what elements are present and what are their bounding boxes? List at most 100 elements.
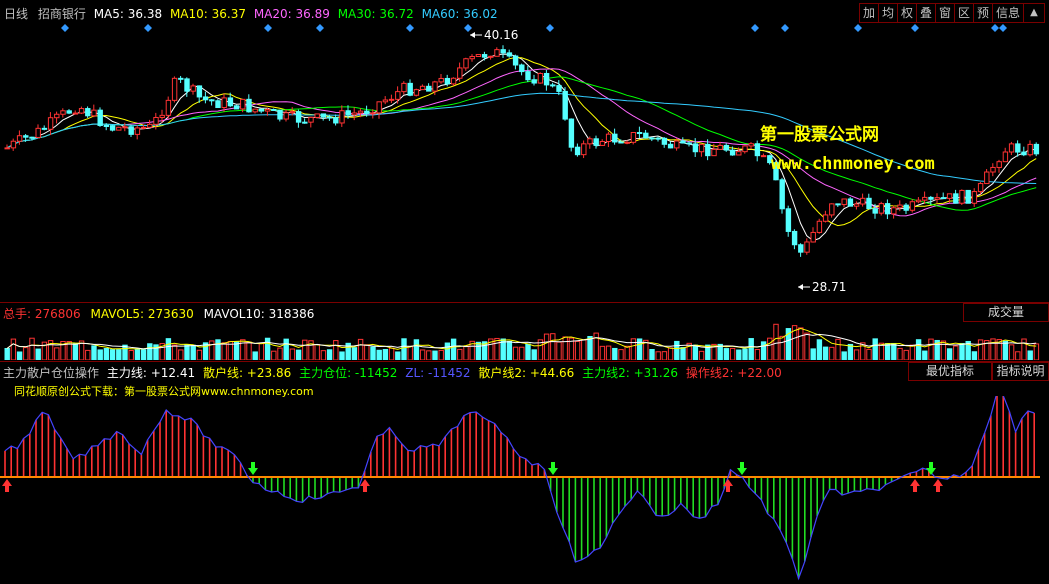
volume-bar (494, 337, 500, 360)
volume-bar (1015, 351, 1021, 360)
volume-bar (395, 351, 401, 360)
volume-bar (1002, 340, 1009, 360)
volume-bar (178, 349, 184, 360)
candle-body (550, 84, 556, 87)
candle-body (60, 110, 66, 115)
candle-body (16, 135, 23, 142)
volume-bar (723, 348, 730, 360)
volume-indicator-divider (0, 361, 1049, 362)
candle-body (91, 109, 97, 117)
volume-bar (147, 343, 153, 360)
watermark-url: www.chnmoney.com (771, 154, 935, 174)
candle-body (736, 151, 742, 156)
volume-bar (667, 347, 674, 360)
candle-body (587, 138, 593, 145)
candle-body (314, 113, 320, 118)
candle-body (295, 111, 302, 123)
candle-body (779, 179, 785, 210)
volume-bar (829, 346, 835, 360)
period-label[interactable]: 日线 (4, 7, 28, 21)
candle-body (574, 146, 581, 156)
candle-body (252, 108, 258, 113)
volume-bar (959, 342, 965, 360)
candle-body (271, 108, 277, 111)
candle-body (723, 144, 730, 151)
volume-bar (661, 351, 668, 360)
candle-body (525, 71, 531, 81)
volume-bar (506, 340, 513, 360)
volume-bar (525, 343, 531, 360)
candle-body (667, 143, 674, 149)
candle-body (835, 203, 841, 206)
ma30-line (6, 76, 1037, 211)
volume-bar (233, 341, 240, 360)
volume-bar (401, 338, 407, 360)
candle-body (692, 143, 699, 153)
candle-body (915, 199, 922, 203)
candle-body (438, 77, 444, 83)
candle-body (971, 191, 978, 204)
candle-body (72, 112, 79, 115)
buy-arrow-icon (2, 479, 12, 492)
volume-bar (376, 349, 382, 360)
candle-body (581, 143, 587, 156)
indicator-help-button[interactable]: 指标说明 (992, 362, 1049, 381)
candle-body (717, 144, 723, 150)
candle-body (302, 121, 308, 124)
stock-name: 招商银行 (37, 7, 86, 21)
volume-bar (85, 349, 91, 360)
indicator-name[interactable]: 主力散户仓位操作 (3, 366, 99, 380)
volume-bar (543, 333, 550, 360)
candle-body (41, 127, 48, 130)
volume-bar (915, 339, 922, 360)
candle-body (909, 201, 916, 211)
candle-body (351, 112, 358, 116)
indicator-main-line: 主力线: +12.41 (106, 366, 196, 380)
candle-body (934, 197, 940, 200)
volume-bar (364, 344, 370, 360)
best-indicator-button[interactable]: 最优指标 (908, 362, 992, 381)
event-diamond-icon (546, 24, 554, 32)
volume-bar (655, 351, 661, 360)
candle-body (469, 56, 475, 60)
candle-body (202, 96, 209, 101)
volume-bar (512, 346, 519, 360)
event-diamond-icon (999, 24, 1007, 32)
volume-bar (320, 350, 327, 360)
volume-bar (953, 345, 959, 360)
volume-bar (971, 351, 978, 360)
volume-bar (835, 338, 841, 360)
indicator-main-line2: 主力线2: +31.26 (582, 366, 679, 380)
volume-bar (618, 349, 624, 360)
volume-bar (748, 338, 754, 360)
candle-body (264, 108, 271, 112)
candle-body (333, 117, 339, 124)
volume-bar (866, 348, 872, 360)
volume-bar (922, 350, 928, 360)
candle-body (891, 207, 897, 215)
candle-body (209, 99, 215, 102)
candle-body (97, 109, 103, 126)
low-marker: 28.71 (798, 280, 846, 294)
sell-arrow-icon (926, 462, 936, 475)
sell-arrow-icon (737, 462, 747, 475)
volume-bar (816, 339, 823, 360)
candle-body (494, 49, 500, 57)
volume-bar (109, 349, 116, 360)
candle-body (35, 127, 41, 138)
candle-body (655, 137, 661, 140)
candle-body (959, 189, 965, 204)
candle-body (23, 135, 29, 138)
volume-bar (351, 347, 358, 360)
volume-bar (822, 346, 829, 360)
event-diamond-icon (61, 24, 69, 32)
candle-body (450, 77, 457, 85)
candle-body (748, 143, 754, 147)
candle-body (965, 189, 971, 204)
candle-body (382, 99, 389, 103)
candle-body (134, 127, 141, 135)
indicator-zl: ZL: -11452 (405, 366, 471, 380)
event-diamond-icon (751, 24, 759, 32)
candle-body (463, 58, 469, 69)
event-diamond-icon (406, 24, 414, 32)
